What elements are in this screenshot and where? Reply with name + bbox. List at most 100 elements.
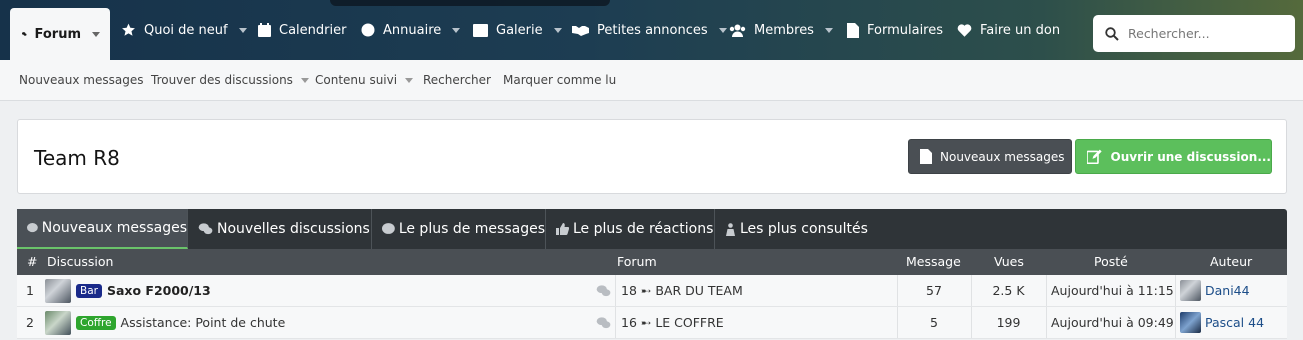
col-discussion: Discussion [47, 254, 114, 269]
thread-title[interactable]: Saxo F2000/13 [107, 283, 211, 298]
comment-plus-icon [382, 223, 395, 234]
nav-galerie-label: Galerie [496, 22, 543, 38]
tab-label: Nouveaux messages [41, 220, 187, 236]
prefix-badge: Bar [76, 283, 102, 298]
search-box[interactable] [1093, 15, 1295, 52]
calendar-icon [258, 23, 271, 37]
posted-time: Aujourd'hui à 11:15 [1051, 283, 1174, 298]
chevron-down-icon [238, 27, 247, 33]
posted-time: Aujourd'hui à 09:49 [1051, 315, 1174, 330]
nav-annuaire[interactable]: Annuaire [361, 0, 461, 60]
prefix-badge: Coffre [76, 315, 116, 330]
chevron-down-icon [553, 27, 562, 33]
nav-faire-un-don[interactable]: Faire un don [957, 0, 1060, 60]
subnav-trouver-label: Trouver des discussions [151, 73, 293, 87]
col-vues: Vues [994, 254, 1024, 269]
handshake-icon [572, 26, 589, 36]
nav-galerie[interactable]: Galerie [473, 0, 562, 60]
nav-quoi-de-neuf[interactable]: Quoi de neuf [121, 0, 247, 60]
new-messages-label: Nouveaux messages [940, 149, 1065, 164]
tab-les-plus-consultes[interactable]: Les plus consultés [715, 209, 877, 249]
avatar[interactable] [1180, 312, 1201, 333]
nav-annuaire-label: Annuaire [383, 22, 442, 38]
nav-calendrier[interactable]: Calendrier [258, 0, 346, 60]
message-count: 57 [926, 283, 942, 298]
search-icon [1105, 26, 1119, 41]
message-count: 5 [930, 315, 938, 330]
divider [1046, 307, 1047, 338]
subnav-trouver-des-discussions[interactable]: Trouver des discussions [151, 73, 309, 87]
nav-membres-label: Membres [754, 22, 814, 38]
divider [1175, 275, 1176, 306]
col-auteur: Auteur [1210, 254, 1253, 269]
view-count: 2.5 K [992, 283, 1025, 298]
file-icon [847, 22, 859, 38]
comments-icon [198, 223, 213, 235]
tab-nouveaux-messages[interactable]: Nouveaux messages [17, 209, 188, 249]
chevron-down-icon [300, 77, 309, 83]
new-messages-button[interactable]: Nouveaux messages [908, 139, 1072, 174]
person-icon [726, 222, 735, 236]
top-navigation: Forum Quoi de neuf Calendrier Annuaire G… [0, 0, 1303, 60]
nav-forum[interactable]: Forum [10, 8, 110, 60]
nav-membres[interactable]: Membres [729, 0, 833, 60]
search-input[interactable] [1128, 26, 1288, 41]
divider [1046, 275, 1047, 306]
nav-quoi-de-neuf-label: Quoi de neuf [144, 22, 228, 38]
edit-icon [1087, 149, 1102, 164]
col-forum: Forum [617, 254, 657, 269]
thread-title-cell[interactable]: Coffre Assistance: Point de chute [76, 307, 285, 338]
subnav-marquer-comme-lu[interactable]: Marquer comme lu [503, 73, 616, 87]
chevron-down-icon [452, 27, 461, 33]
users-icon [729, 24, 746, 37]
avatar[interactable] [1180, 280, 1201, 301]
chevron-down-icon [92, 31, 100, 37]
thumbs-up-icon [556, 223, 569, 235]
col-number: # [27, 254, 38, 269]
image-icon [473, 23, 488, 37]
discussion-tabs: Nouveaux messages Nouvelles discussions … [17, 209, 1287, 249]
subnav-contenu-suivi[interactable]: Contenu suivi [315, 73, 414, 87]
subnav-nouveaux-messages[interactable]: Nouveaux messages [19, 73, 143, 87]
heart-icon [957, 23, 972, 37]
nav-calendrier-label: Calendrier [279, 22, 347, 38]
author-link[interactable]: Pascal 44 [1205, 307, 1264, 338]
nav-forum-label: Forum [34, 26, 82, 42]
comments-icon [596, 307, 611, 338]
tab-le-plus-de-reactions[interactable]: Le plus de réactions [546, 209, 715, 249]
divider [1175, 307, 1176, 338]
globe-icon [361, 23, 375, 37]
table-header: # Discussion Forum Message Vues Posté Au… [17, 249, 1287, 275]
nav-petites-annonces[interactable]: Petites annonces [572, 0, 727, 60]
nav-petites-annonces-label: Petites annonces [597, 22, 708, 38]
thread-title[interactable]: Assistance: Point de chute [121, 315, 286, 330]
tab-label: Le plus de réactions [573, 221, 714, 237]
forum-link[interactable]: 18 ➸ BAR DU TEAM [621, 275, 743, 306]
tab-label: Le plus de messages [398, 221, 545, 237]
view-count: 199 [996, 315, 1021, 330]
author-link[interactable]: Dani44 [1205, 275, 1250, 306]
tab-le-plus-de-messages[interactable]: Le plus de messages [372, 209, 546, 249]
open-discussion-label: Ouvrir une discussion... [1110, 149, 1271, 164]
chevron-down-icon [824, 27, 833, 33]
chevron-down-icon [405, 77, 414, 83]
col-message: Message [906, 254, 961, 269]
thread-title-cell[interactable]: Bar Saxo F2000/13 [76, 275, 211, 306]
sub-navigation: Nouveaux messages Trouver des discussion… [0, 60, 1303, 101]
subnav-rechercher[interactable]: Rechercher [423, 73, 491, 87]
open-discussion-button[interactable]: Ouvrir une discussion... [1075, 139, 1272, 174]
forum-link[interactable]: 16 ➸ LE COFFRE [621, 307, 724, 338]
nav-faire-un-don-label: Faire un don [980, 22, 1061, 38]
table-row[interactable]: 1 Bar Saxo F2000/13 18 ➸ BAR DU TEAM 57 … [17, 275, 1287, 307]
page-title: Team R8 [34, 146, 120, 170]
col-poste: Posté [1094, 254, 1128, 269]
nav-formulaires[interactable]: Formulaires [847, 0, 943, 60]
tab-nouvelles-discussions[interactable]: Nouvelles discussions [188, 209, 372, 249]
thread-thumbnail [45, 279, 71, 303]
divider [615, 275, 616, 306]
tab-label: Les plus consultés [740, 221, 868, 237]
row-number: 2 [26, 315, 34, 330]
comments-icon [596, 275, 611, 306]
table-row[interactable]: 2 Coffre Assistance: Point de chute 16 ➸… [17, 307, 1287, 339]
page-header-card: Team R8 Nouveaux messages Ouvrir une dis… [17, 119, 1287, 194]
